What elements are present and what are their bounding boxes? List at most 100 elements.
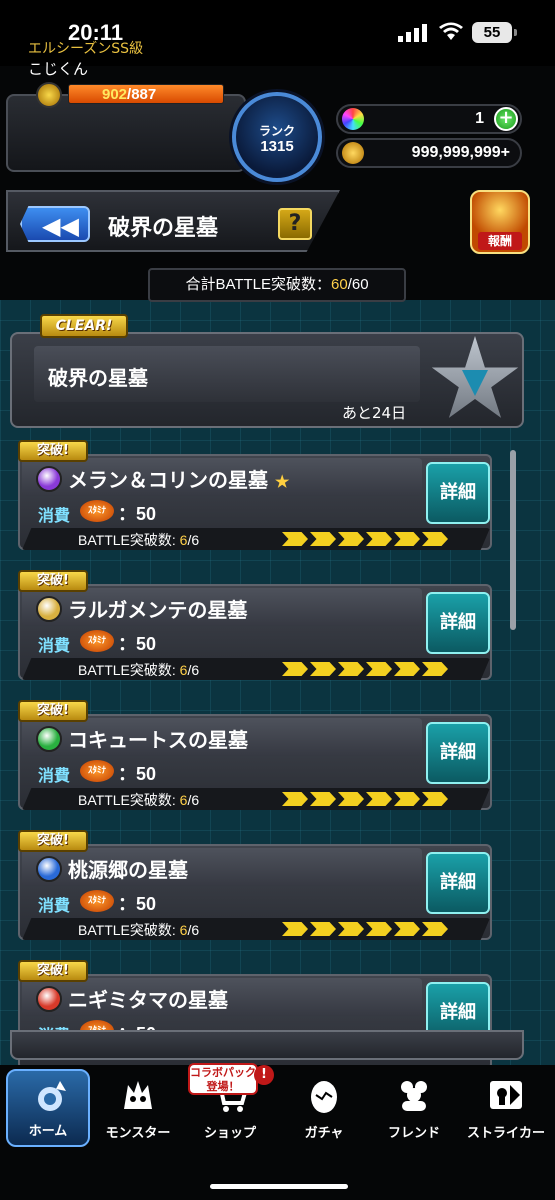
progress-chevron [338, 792, 364, 806]
battle-progress-bar: BATTLE突破数: 6/6 [22, 918, 490, 940]
cost-label: 消費 [38, 896, 71, 915]
quest-title-plate: コキュートスの星墓 [22, 718, 422, 756]
back-arrow-icon: ◀◀ [42, 212, 79, 240]
nav-shop-label: ショップ [203, 1126, 256, 1141]
detail-button[interactable]: 詳細 [426, 592, 490, 654]
progress-chevron [282, 532, 308, 546]
nav-friend-label: フレンド [387, 1126, 440, 1141]
collab-line1: コラボパック [190, 1066, 256, 1079]
progress-chevron [310, 922, 336, 936]
battle-count: BATTLE突破数: 6/6 [78, 920, 199, 940]
stamina-current: 902 [102, 86, 128, 103]
battle-progress-bar: BATTLE突破数: 6/6 [22, 788, 490, 810]
quest-title: ニギミタマの星墓 [68, 984, 228, 1013]
rank-orb[interactable]: ランク 1315 [232, 92, 322, 182]
battle-progress-bar: BATTLE突破数: 6/6 [22, 528, 490, 550]
nav-striker[interactable]: ストライカー [464, 1069, 548, 1147]
detail-button[interactable]: 詳細 [426, 852, 490, 914]
bottom-nav: ホーム モンスター ショップ ガチャ フレンド ストライカー コラボパック 登場！… [0, 1063, 555, 1200]
detail-button[interactable]: 詳細 [426, 462, 490, 524]
detail-button[interactable]: 詳細 [426, 722, 490, 784]
gold-counter: 999,999,999+ [336, 138, 522, 168]
days-remaining: あと24日 [342, 404, 407, 422]
stage-name-plate: 破界の星墓 [34, 346, 420, 402]
stamina-icon [36, 82, 62, 108]
help-button[interactable]: ? [278, 208, 312, 240]
nav-home[interactable]: ホーム [6, 1069, 90, 1147]
break-badge: 突破! [18, 700, 88, 722]
nav-striker-label: ストライカー [466, 1126, 545, 1141]
quest-title-text: コキュートスの星墓 [68, 728, 248, 752]
gem-count: 1 [475, 110, 484, 127]
quest-item[interactable]: 桃源郷の星墓 消費 ｽﾀﾐﾅ ：50 詳細 BATTLE突破数: 6/6 突破! [18, 830, 492, 948]
gem-counter: 1 + [336, 104, 522, 134]
quest-title-plate: ニギミタマの星墓 [22, 978, 422, 1016]
battle-total: /6 [187, 532, 200, 548]
nav-monster[interactable]: モンスター [96, 1069, 180, 1147]
back-button[interactable]: ◀◀ [20, 206, 90, 242]
home-icon [38, 1081, 66, 1111]
quest-title: 桃源郷の星墓 [68, 854, 188, 883]
break-badge: 突破! [18, 830, 88, 852]
progress-chevrons [282, 792, 448, 806]
stage-header: 破界の星墓 あと24日 [10, 332, 524, 428]
player-name: こじくん [28, 60, 89, 78]
battle-progress-bar: BATTLE突破数: 6/6 [22, 658, 490, 680]
progress-chevrons [282, 662, 448, 676]
quest-item[interactable]: ニギミタマの星墓 消費 ｽﾀﾐﾅ ：50 詳細 突破! [18, 960, 492, 1078]
battle-total: /6 [187, 922, 200, 938]
progress-chevron [338, 662, 364, 676]
break-badge: 突破! [18, 960, 88, 982]
progress-chevron [282, 792, 308, 806]
progress-chevrons [282, 922, 448, 936]
battle-count: BATTLE突破数: 6/6 [78, 660, 199, 680]
battle-prefix: BATTLE突破数: [78, 792, 180, 808]
quest-card[interactable]: コキュートスの星墓 消費 ｽﾀﾐﾅ ：50 詳細 BATTLE突破数: 6/6 [18, 714, 492, 810]
progress-chevron [282, 922, 308, 936]
progress-chevrons [282, 532, 448, 546]
cost-label: 消費 [38, 766, 71, 785]
progress-chevron [310, 532, 336, 546]
title-bar: ◀◀ 破界の星墓 ? 報酬 [0, 190, 555, 260]
quest-cost: ：50 [118, 634, 157, 654]
reward-button[interactable]: 報酬 [470, 190, 530, 254]
progress-chevron [366, 922, 392, 936]
notification-badge: ! [254, 1065, 274, 1085]
element-icon [36, 466, 62, 492]
gold-count: 999,999,999+ [411, 144, 510, 161]
nav-friend[interactable]: フレンド [372, 1069, 456, 1147]
quest-card[interactable]: 桃源郷の星墓 消費 ｽﾀﾐﾅ ：50 詳細 BATTLE突破数: 6/6 [18, 844, 492, 940]
stamina-tag-icon: ｽﾀﾐﾅ [80, 630, 114, 652]
progress-chevron [310, 662, 336, 676]
cost-label: 消費 [38, 506, 71, 525]
quest-card[interactable]: メラン＆コリンの星墓 ★ 消費 ｽﾀﾐﾅ ：50 詳細 BATTLE突破数: 6… [18, 454, 492, 550]
total-suffix: /60 [347, 276, 369, 293]
progress-chevron [422, 662, 448, 676]
progress-chevron [394, 922, 420, 936]
quest-board: 合計BATTLE突破数：60/60 破界の星墓 あと24日 CLEAR! メラン… [0, 260, 555, 1070]
quest-item[interactable]: ラルガメンテの星墓 消費 ｽﾀﾐﾅ ：50 詳細 BATTLE突破数: 6/6 … [18, 570, 492, 688]
progress-chevron [366, 792, 392, 806]
battle-prefix: BATTLE突破数: [78, 922, 180, 938]
quest-cost: ：50 [118, 894, 157, 914]
progress-chevron [422, 532, 448, 546]
battery-indicator: 55 [472, 22, 517, 43]
quest-title-text: 桃源郷の星墓 [68, 858, 188, 882]
quest-item[interactable]: メラン＆コリンの星墓 ★ 消費 ｽﾀﾐﾅ ：50 詳細 BATTLE突破数: 6… [18, 440, 492, 558]
battle-prefix: BATTLE突破数: [78, 662, 180, 678]
title-plate: ◀◀ 破界の星墓 ? [6, 190, 340, 252]
buy-orbs-button[interactable]: + [494, 107, 518, 131]
scrollbar[interactable] [510, 450, 516, 630]
break-badge: 突破! [18, 440, 88, 462]
battle-count: BATTLE突破数: 6/6 [78, 530, 199, 550]
quest-title: コキュートスの星墓 [68, 724, 248, 753]
quest-card[interactable]: ラルガメンテの星墓 消費 ｽﾀﾐﾅ ：50 詳細 BATTLE突破数: 6/6 [18, 584, 492, 680]
rank-value: 1315 [260, 138, 294, 155]
quest-title-text: ニギミタマの星墓 [68, 988, 228, 1012]
orb-icon [342, 108, 364, 130]
nav-gacha[interactable]: ガチャ [282, 1069, 366, 1147]
quest-item[interactable]: コキュートスの星墓 消費 ｽﾀﾐﾅ ：50 詳細 BATTLE突破数: 6/6 … [18, 700, 492, 818]
progress-chevron [366, 662, 392, 676]
friends-icon [401, 1081, 427, 1111]
collab-pack-badge[interactable]: コラボパック 登場！ [188, 1063, 258, 1095]
